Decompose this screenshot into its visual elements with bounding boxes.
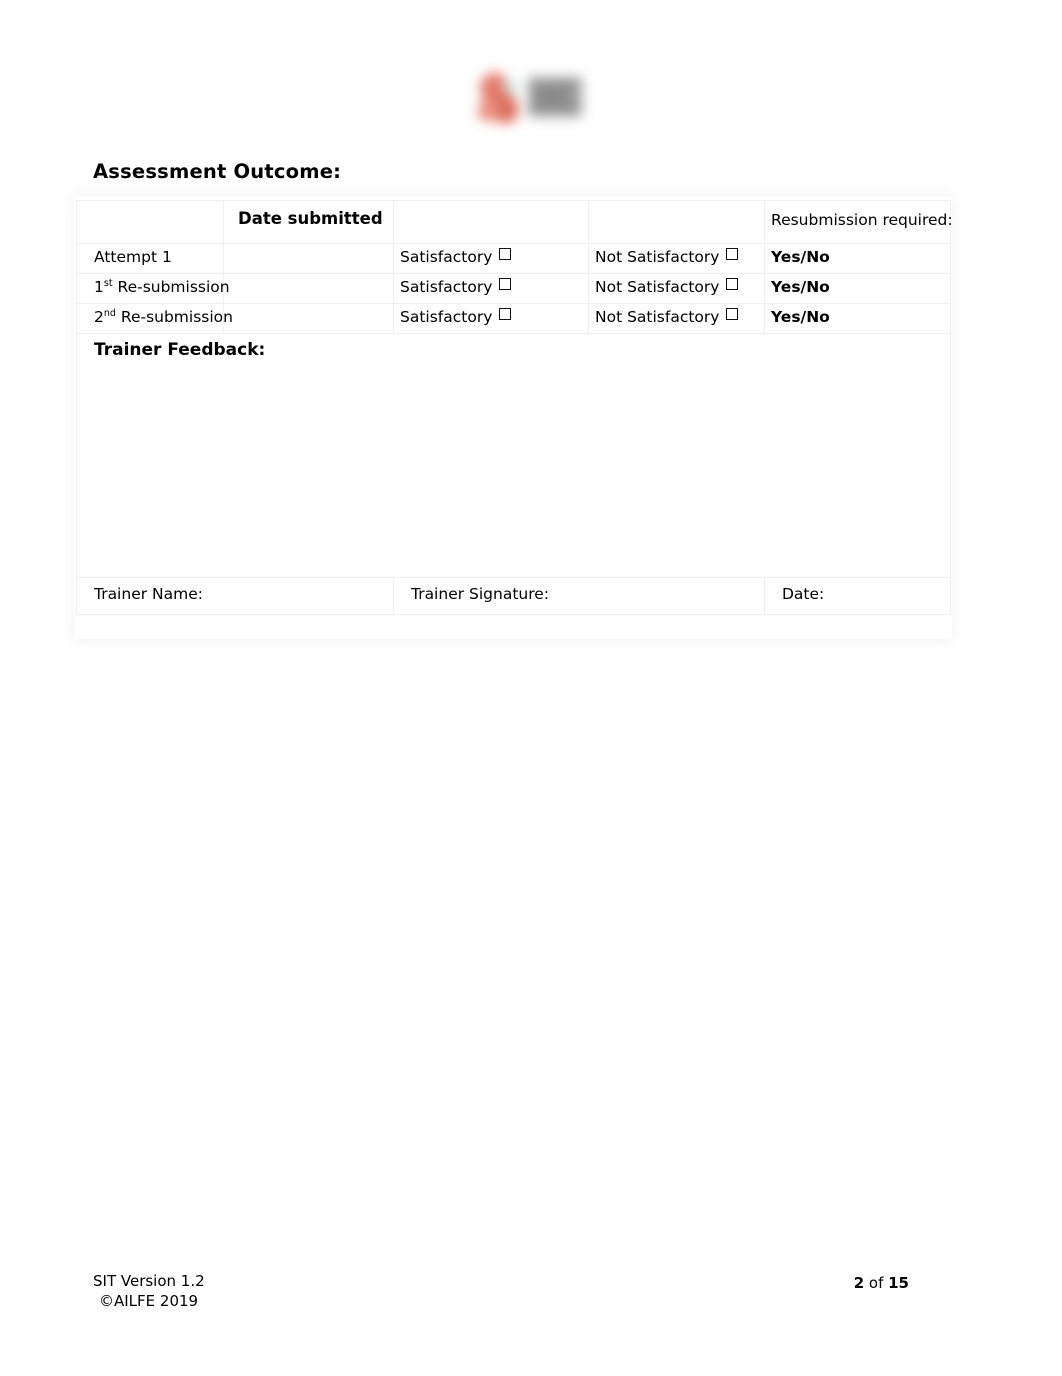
not-satisfactory-label-1: Not Satisfactory — [595, 248, 720, 266]
footer-page-current: 2 — [853, 1274, 865, 1292]
attempt-label-rest-3: Re-submission — [115, 308, 233, 326]
date-submitted-value-2[interactable] — [224, 274, 393, 282]
cell-date-submitted-3[interactable] — [223, 303, 394, 334]
cell-attempt-label-3: 2nd Re-submission — [76, 303, 233, 334]
satisfactory-checkbox-2[interactable] — [499, 278, 512, 290]
table-header-row: Date submitted Resubmission required: — [76, 200, 953, 244]
cell-trainer-signature[interactable]: Trainer Signature: — [393, 577, 765, 615]
attempt-ordinal-3: nd — [103, 307, 116, 319]
footer-page-total: 15 — [888, 1274, 909, 1292]
trainer-feedback-value[interactable] — [77, 360, 950, 368]
yes-no-value-1[interactable]: Yes/No — [765, 244, 950, 270]
attempt-label-text-3: 2 — [94, 308, 104, 326]
not-satisfactory-label-2: Not Satisfactory — [595, 278, 720, 296]
table-row: 2nd Re-submission Satisfactory Not Satis… — [76, 303, 951, 334]
signature-row: Trainer Name: Trainer Signature: Date: — [76, 577, 951, 615]
yes-no-value-3[interactable]: Yes/No — [765, 304, 950, 330]
cell-satisfactory-1[interactable]: Satisfactory — [393, 243, 589, 274]
satisfactory-checkbox-3[interactable] — [499, 308, 512, 320]
trainer-feedback-cell[interactable]: Trainer Feedback: — [76, 333, 951, 578]
resubmission-required-label: Resubmission required: — [771, 211, 953, 229]
assessment-outcome-table: Date submitted Resubmission required: At… — [76, 200, 953, 615]
cell-resubmission-2[interactable]: Yes/No — [764, 273, 951, 304]
date-submitted-value-3[interactable] — [224, 304, 393, 312]
document-header — [0, 52, 1062, 144]
footer-page-number: 2 of 15 — [854, 1274, 909, 1292]
header-cell-blank — [76, 200, 224, 244]
cell-signature-date[interactable]: Date: — [764, 577, 951, 615]
logo-mark-icon — [478, 73, 522, 125]
satisfactory-checkbox-1[interactable] — [499, 248, 512, 260]
signature-date-label: Date: — [782, 585, 825, 603]
cell-not-satisfactory-1[interactable]: Not Satisfactory — [588, 243, 765, 274]
cell-trainer-name[interactable]: Trainer Name: — [76, 577, 394, 615]
cell-date-submitted-1[interactable] — [223, 243, 394, 274]
cell-resubmission-3[interactable]: Yes/No — [764, 303, 951, 334]
footer-left: SIT Version 1.2 ©AILFE 2019 — [93, 1272, 205, 1312]
cell-date-submitted-2[interactable] — [223, 273, 394, 304]
yes-no-value-2[interactable]: Yes/No — [765, 274, 950, 300]
cell-satisfactory-3[interactable]: Satisfactory — [393, 303, 589, 334]
trainer-signature-label: Trainer Signature: — [411, 585, 550, 603]
not-satisfactory-checkbox-1[interactable] — [726, 248, 739, 260]
cell-resubmission-1[interactable]: Yes/No — [764, 243, 951, 274]
attempt-label-text-2: 1 — [94, 278, 104, 296]
attempt-label-rest-2: Re-submission — [112, 278, 230, 296]
header-cell-date-submitted: Date submitted — [223, 200, 394, 244]
cell-not-satisfactory-3[interactable]: Not Satisfactory — [588, 303, 765, 334]
footer-version: SIT Version 1.2 — [93, 1272, 205, 1290]
page-title: Assessment Outcome: — [93, 160, 342, 183]
header-cell-not-satisfactory-blank — [588, 200, 765, 244]
satisfactory-label-1: Satisfactory — [400, 248, 493, 266]
satisfactory-label-2: Satisfactory — [400, 278, 493, 296]
footer-page-of: of — [864, 1274, 889, 1292]
cell-satisfactory-2[interactable]: Satisfactory — [393, 273, 589, 304]
trainer-name-label: Trainer Name: — [94, 585, 203, 603]
date-submitted-label: Date submitted — [238, 209, 383, 228]
date-submitted-value-1[interactable] — [224, 244, 393, 252]
table-row: Attempt 1 Satisfactory Not Satisfactory … — [76, 243, 951, 274]
attempt-ordinal-2: st — [103, 277, 113, 289]
header-cell-satisfactory-blank — [393, 200, 589, 244]
not-satisfactory-checkbox-2[interactable] — [726, 278, 739, 290]
cell-attempt-label-2: 1st Re-submission — [76, 273, 230, 304]
satisfactory-label-3: Satisfactory — [400, 308, 493, 326]
trainer-feedback-row: Trainer Feedback: — [76, 333, 951, 578]
trainer-feedback-label: Trainer Feedback: — [94, 340, 266, 360]
attempt-label-text-1: Attempt 1 — [94, 248, 172, 266]
cell-attempt-label-1: Attempt 1 — [76, 243, 224, 274]
cell-not-satisfactory-2[interactable]: Not Satisfactory — [588, 273, 765, 304]
not-satisfactory-label-3: Not Satisfactory — [595, 308, 720, 326]
header-cell-resubmission-required: Resubmission required: — [764, 200, 953, 244]
not-satisfactory-checkbox-3[interactable] — [726, 308, 739, 320]
organisation-logo — [470, 59, 592, 137]
table-row: 1st Re-submission Satisfactory Not Satis… — [76, 273, 951, 304]
footer-copyright: ©AILFE 2019 — [99, 1291, 199, 1310]
logo-wordmark — [528, 77, 582, 117]
